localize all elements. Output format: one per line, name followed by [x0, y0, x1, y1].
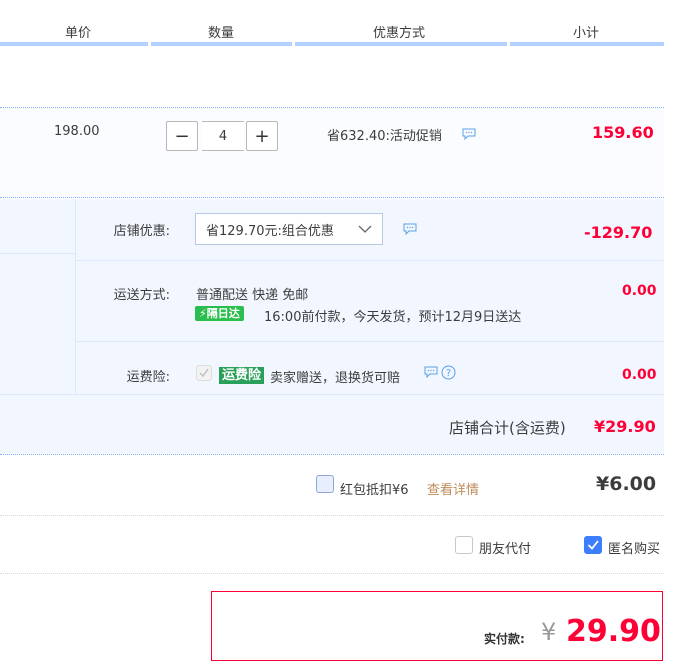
- svg-text:?: ?: [446, 368, 451, 379]
- message-icon[interactable]: [424, 366, 438, 378]
- shipping-method: 普通配送 快递 免邮: [196, 288, 309, 303]
- insurance-amount: 0.00: [622, 367, 657, 383]
- redpacket-details-link[interactable]: 查看详情: [427, 479, 479, 498]
- item-subtotal: 159.60: [592, 123, 654, 142]
- item-unit-price: 198.00: [54, 124, 100, 139]
- quantity-input[interactable]: 4: [202, 121, 244, 151]
- lightning-icon: ⚡: [199, 307, 207, 320]
- payment-amount: 29.90: [566, 614, 661, 649]
- table-header: [0, 0, 664, 46]
- shop-total-amount: ¥29.90: [594, 417, 656, 436]
- header-divider: [510, 42, 664, 46]
- qty-minus-button[interactable]: −: [166, 121, 198, 151]
- header-unit-price: 单价: [65, 26, 92, 41]
- anonymous-label: 匿名购买: [608, 542, 661, 557]
- shipping-note: 16:00前付款，今天发货，预计12月9日送达: [264, 310, 522, 325]
- divider: [76, 341, 664, 342]
- message-icon[interactable]: [403, 223, 417, 235]
- shipping-amount: 0.00: [622, 283, 657, 299]
- shop-discount-amount: -129.70: [584, 223, 653, 242]
- divider: [76, 260, 664, 261]
- help-icon[interactable]: ?: [441, 365, 456, 380]
- item-discount-text: 省632.40:活动促销: [327, 129, 442, 144]
- redpacket-label: 红包抵扣¥6: [340, 483, 409, 498]
- payment-label: 实付款:: [484, 632, 525, 646]
- divider: [0, 253, 75, 254]
- friend-pay-checkbox[interactable]: [455, 536, 473, 554]
- shop-discount-label: 店铺优惠:: [113, 224, 170, 239]
- header-divider: [0, 42, 148, 46]
- header-discount: 优惠方式: [373, 26, 426, 41]
- row-separator: [0, 515, 664, 516]
- shop-total-label: 店铺合计(含运费): [449, 419, 566, 437]
- payment-currency: ¥: [541, 618, 557, 646]
- check-icon: [199, 368, 209, 378]
- header-divider: [151, 42, 292, 46]
- header-subtotal: 小计: [573, 26, 600, 41]
- shipping-label: 运送方式:: [113, 288, 170, 303]
- shop-discount-select[interactable]: 省129.70元:组合优惠: [195, 213, 383, 245]
- next-day-badge-text: 隔日达: [206, 307, 240, 320]
- row-separator: [0, 197, 664, 198]
- insurance-badge: 运费险: [219, 364, 265, 384]
- qty-plus-button[interactable]: +: [246, 121, 278, 151]
- redpacket-amount: ¥6.00: [596, 473, 657, 495]
- shop-left-panel: [0, 199, 76, 394]
- header-divider: [295, 42, 507, 46]
- row-separator: [0, 573, 664, 574]
- message-icon[interactable]: [462, 128, 476, 140]
- item-row: [0, 108, 664, 197]
- friend-pay-label: 朋友代付: [479, 542, 532, 557]
- insurance-checkbox[interactable]: [196, 365, 212, 381]
- next-day-badge: ⚡隔日达: [195, 305, 244, 321]
- redpacket-checkbox[interactable]: [316, 475, 334, 493]
- row-separator: [0, 454, 664, 455]
- anonymous-checkbox[interactable]: [584, 536, 602, 554]
- header-quantity: 数量: [208, 26, 235, 41]
- insurance-text: 卖家赠送，退换货可赔: [270, 371, 401, 386]
- check-icon: [587, 540, 599, 550]
- insurance-label: 运费险:: [126, 370, 170, 385]
- divider: [0, 394, 664, 395]
- chevron-down-icon: [358, 225, 372, 233]
- shop-discount-select-value: 省129.70元:组合优惠: [206, 223, 334, 239]
